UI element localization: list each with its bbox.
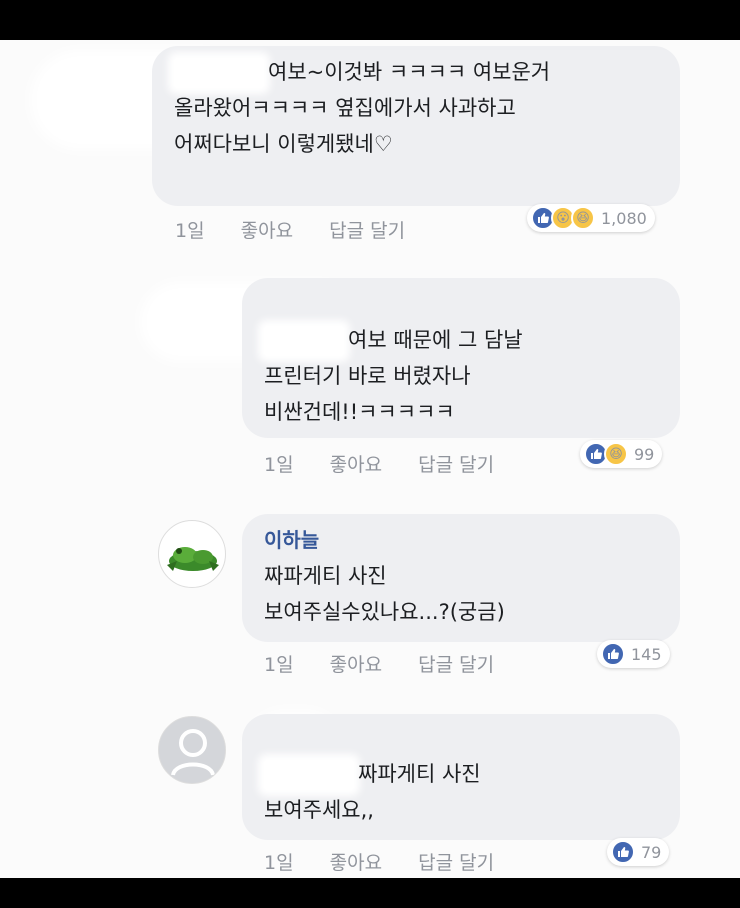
timestamp: 1일 — [264, 852, 294, 874]
reaction-count: 79 — [641, 842, 662, 862]
reaction-count: 145 — [631, 644, 662, 664]
comment-bubble-2: 여보 때문에 그 담날 프린터기 바로 버렸자나 비싼건데!!ㅋㅋㅋㅋㅋ — [242, 278, 680, 438]
haha-icon: 😆 — [604, 442, 628, 466]
reactions-summary-1[interactable]: 😮 😆 1,080 — [527, 204, 655, 232]
comment-line: 올라왔어ㅋㅋㅋㅋ 옆집에가서 사과하고 — [174, 96, 516, 120]
like-link[interactable]: 좋아요 — [330, 454, 382, 476]
comment-meta-3: 1일 좋아요 답글 달기 — [264, 650, 524, 677]
reaction-count: 99 — [634, 444, 655, 464]
like-icon — [601, 642, 625, 666]
comment-line: 보여주세요,, — [264, 798, 374, 822]
reply-link[interactable]: 답글 달기 — [418, 852, 494, 874]
comment-line: 여보~이것봐 ㅋㅋㅋㅋ 여보운거 — [174, 54, 658, 90]
default-avatar-icon — [171, 729, 215, 776]
reply-link[interactable]: 답글 달기 — [418, 654, 494, 676]
reactions-summary-4[interactable]: 79 — [607, 838, 670, 866]
comment-text: 여보~이것봐 ㅋㅋㅋㅋ 여보운거 — [268, 60, 551, 84]
comment-bubble-1: 여보~이것봐 ㅋㅋㅋㅋ 여보운거 올라왔어ㅋㅋㅋㅋ 옆집에가서 사과하고 어쩌다… — [152, 46, 680, 206]
reaction-count: 1,080 — [601, 208, 647, 228]
reply-link[interactable]: 답글 달기 — [329, 220, 405, 242]
avatar[interactable] — [158, 520, 226, 588]
comment-bubble-3: 이하늘 짜파게티 사진 보여주실수있나요...?(궁금) — [242, 514, 680, 642]
comment-line: 여보 때문에 그 담날 — [264, 322, 658, 358]
comment-line: 프린터기 바로 버렸자나 — [264, 364, 471, 388]
comment-meta-2: 1일 좋아요 답글 달기 — [264, 450, 524, 477]
timestamp: 1일 — [264, 654, 294, 676]
comment-meta-1: 1일 좋아요 답글 달기 — [175, 216, 435, 243]
comment-text: 여보 때문에 그 담날 — [348, 328, 523, 352]
like-link[interactable]: 좋아요 — [330, 852, 382, 874]
redacted-author — [264, 326, 344, 356]
like-link[interactable]: 좋아요 — [241, 220, 293, 242]
like-link[interactable]: 좋아요 — [330, 654, 382, 676]
avatar[interactable] — [158, 716, 226, 784]
comment-line: 짜파게티 사진 — [264, 564, 387, 588]
timestamp: 1일 — [175, 220, 205, 242]
reply-link[interactable]: 답글 달기 — [418, 454, 494, 476]
reactions-summary-3[interactable]: 145 — [597, 640, 670, 668]
frog-icon — [167, 547, 219, 571]
like-icon — [611, 840, 635, 864]
comment-line: 비싼건데!!ㅋㅋㅋㅋㅋ — [264, 400, 455, 424]
comment-thread: 여보~이것봐 ㅋㅋㅋㅋ 여보운거 올라왔어ㅋㅋㅋㅋ 옆집에가서 사과하고 어쩌다… — [0, 40, 740, 878]
comment-bubble-4: 짜파게티 사진 보여주세요,, — [242, 714, 680, 840]
comment-line: 보여주실수있나요...?(궁금) — [264, 600, 505, 624]
comment-line: 어쩌다보니 이렇게됐네♡ — [174, 132, 393, 156]
timestamp: 1일 — [264, 454, 294, 476]
comment-text: 짜파게티 사진 — [358, 762, 481, 786]
comment-author[interactable]: 이하늘 — [264, 522, 658, 558]
redacted-author — [264, 760, 354, 790]
reactions-summary-2[interactable]: 😆 99 — [580, 440, 663, 468]
comment-meta-4: 1일 좋아요 답글 달기 — [264, 848, 524, 875]
haha-icon: 😆 — [571, 206, 595, 230]
comment-line: 짜파게티 사진 — [264, 756, 658, 792]
redacted-author — [174, 58, 264, 88]
